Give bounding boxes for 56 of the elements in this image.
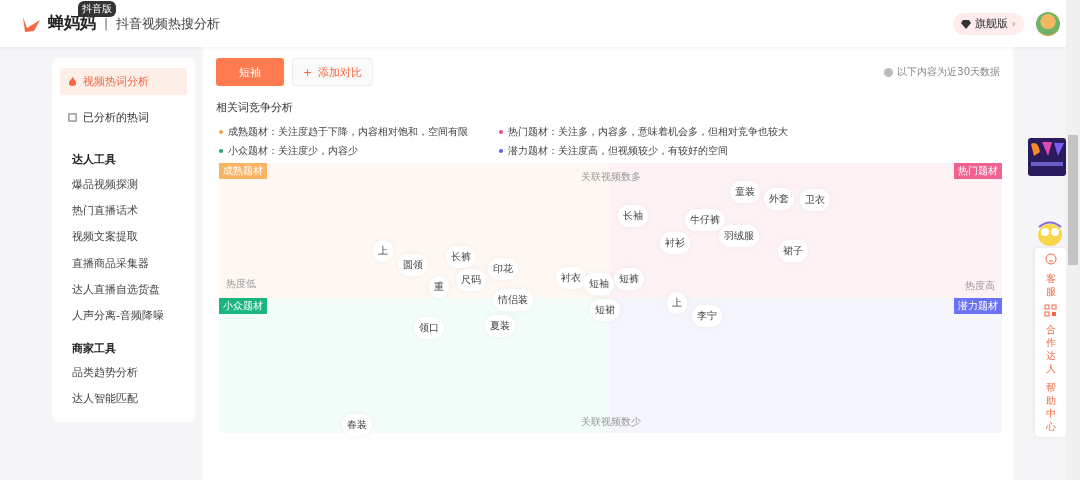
keyword-bubble[interactable]: 情侣装 [493, 289, 533, 311]
info-icon [884, 67, 894, 77]
document-icon [68, 113, 77, 123]
keyword-bubble[interactable]: 短袖 [584, 273, 614, 295]
quadrant-label: 热门题材 [954, 163, 1002, 179]
keyword-bubble[interactable]: 牛仔裤 [685, 209, 725, 231]
keyword-bubble[interactable]: 领口 [414, 317, 444, 339]
keyword-bubble[interactable]: 印花 [488, 258, 518, 280]
keyword-bubble[interactable]: 外套 [764, 188, 794, 210]
legend-text: 潜力题材：关注度高，但视频较少，有较好的空间 [508, 144, 728, 158]
qr-code-icon[interactable] [1044, 304, 1057, 317]
legend-text: 成熟题材：关注度趋于下降，内容相对饱和，空间有限 [228, 125, 468, 139]
keyword-bubble[interactable]: 夏装 [485, 315, 515, 337]
sidebar-item[interactable]: 直播商品采集器 [60, 249, 187, 277]
axis-label: 热度高 [965, 279, 995, 293]
user-avatar[interactable] [1036, 11, 1060, 36]
sidebar-section-title: 达人工具 [71, 152, 117, 168]
keyword-bubble[interactable]: 短裤 [614, 268, 644, 290]
quadrant-label: 小众题材 [219, 298, 267, 314]
axis-label: 热度低 [226, 277, 256, 291]
sidebar-item[interactable]: 人声分离-音频降噪 [60, 302, 187, 329]
keyword-bubble[interactable]: 衬衫 [660, 232, 690, 254]
plan-button[interactable]: 旗舰版 › [952, 12, 1024, 35]
keyword-bubble[interactable]: 卫衣 [800, 189, 830, 211]
title-divider: | [104, 16, 109, 31]
edition-badge: 抖音版 [78, 1, 116, 17]
sidebar-section-title: 商家工具 [71, 340, 117, 356]
keyword-bubble[interactable]: 童装 [730, 181, 760, 203]
keyword-bubble[interactable]: 李宁 [692, 305, 722, 327]
sidebar-item[interactable]: 达人智能匹配 [60, 385, 187, 412]
sidebar-item[interactable]: 爆品视频探测 [60, 171, 187, 198]
diamond-icon [960, 18, 971, 29]
legend-text: 小众题材：关注度少，内容少 [228, 144, 358, 158]
keyword-bubble[interactable]: 羽绒服 [719, 225, 759, 247]
sidebar-item[interactable]: 视频文案提取 [60, 223, 187, 250]
keyword-bubble[interactable]: 短裙 [590, 299, 620, 321]
sidebar-item[interactable]: 热门直播话术 [60, 197, 187, 224]
axis-label: 关联视频数少 [581, 415, 641, 429]
headset-icon[interactable] [1043, 252, 1058, 266]
keyword-bubble[interactable]: 圆领 [398, 254, 428, 276]
axis-label: 关联视频数多 [581, 170, 641, 184]
data-range-note: 以下内容为近30天数据 [897, 65, 1000, 79]
sidebar-item[interactable]: 已分析的热词 [60, 104, 187, 132]
quadrant-label: 成熟题材 [219, 163, 267, 179]
sidebar-item[interactable]: 品类趋势分析 [60, 359, 187, 386]
quadrant-label: 潜力题材 [954, 298, 1002, 314]
keyword-bubble[interactable]: 长袖 [618, 205, 648, 227]
keyword-bubble[interactable]: 衬衣 [556, 267, 586, 289]
sidebar-item[interactable]: 达人直播自选货盘 [60, 276, 187, 303]
keyword-bubble[interactable]: 春装 [342, 414, 372, 436]
legend-text: 热门题材：关注多，内容多，意味着机会多，但相对竞争也较大 [508, 125, 788, 139]
keyword-bubble[interactable]: 裙子 [778, 240, 808, 262]
section-title: 相关词竞争分析 [216, 100, 294, 115]
scrollbar[interactable] [1066, 0, 1080, 480]
page-subtitle: 抖音视频热搜分析 [116, 14, 221, 33]
keyword-bubble[interactable]: 尺码 [456, 269, 486, 291]
